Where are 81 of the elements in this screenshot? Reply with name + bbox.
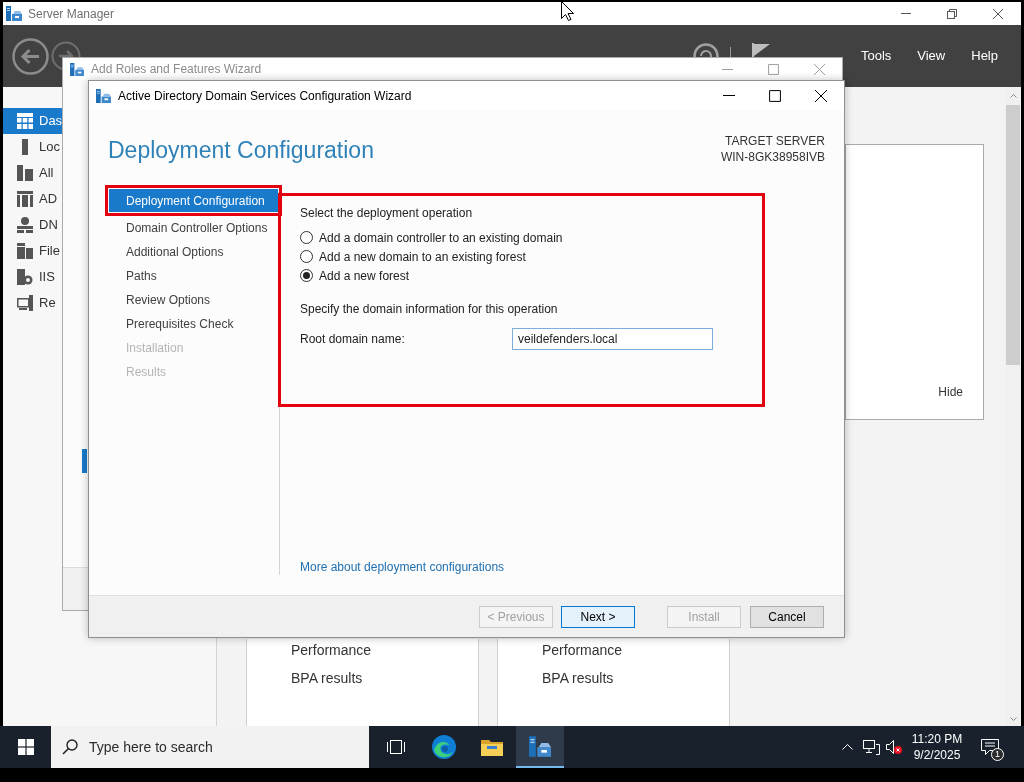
field-label: Root domain name: bbox=[300, 331, 406, 348]
section-label: Select the deployment operation bbox=[300, 205, 473, 221]
server-icon bbox=[529, 735, 551, 757]
server-icon bbox=[70, 62, 84, 76]
windows-logo-icon bbox=[17, 739, 34, 755]
minimize-icon bbox=[721, 68, 733, 70]
server-tower-icon bbox=[22, 139, 28, 155]
wizard-step[interactable]: Additional Options bbox=[109, 240, 278, 264]
server-rack-icon bbox=[17, 191, 33, 207]
section-label: Specify the domain information for this operation bbox=[300, 301, 558, 317]
speaker-muted-icon bbox=[886, 740, 902, 754]
wizard-step[interactable]: Paths bbox=[109, 264, 278, 288]
tile-item[interactable]: Performance bbox=[542, 640, 623, 660]
maximize-icon bbox=[767, 63, 779, 75]
scrollbar-thumb[interactable] bbox=[1006, 105, 1020, 365]
sidebar-item[interactable]: IIS bbox=[3, 264, 62, 290]
radio-button[interactable] bbox=[300, 269, 313, 282]
server-icon bbox=[96, 88, 111, 103]
search-bar[interactable]: Type here to search bbox=[51, 726, 369, 768]
minimize-icon bbox=[901, 13, 911, 14]
notification-icon bbox=[981, 739, 999, 755]
search-field[interactable]: Type here to search bbox=[89, 737, 349, 757]
wizard-button[interactable]: Cancel bbox=[750, 605, 824, 628]
task-view-icon bbox=[387, 740, 405, 754]
hide-link[interactable]: Hide bbox=[938, 384, 963, 400]
wizard-step[interactable]: Prerequisites Check bbox=[109, 312, 278, 336]
sidebar-item[interactable]: Das bbox=[3, 108, 62, 134]
web-server-icon bbox=[17, 269, 33, 285]
clock-button[interactable]: 11:20 PM 9/2/2025 bbox=[905, 726, 969, 768]
selection-bar bbox=[82, 449, 87, 473]
target-server-name: WIN-8GK38958IVB bbox=[720, 149, 825, 165]
radio-button[interactable] bbox=[300, 231, 313, 244]
page-heading: Deployment Configuration bbox=[108, 136, 374, 165]
minimize-icon bbox=[723, 95, 735, 96]
notification-button[interactable]: 1 bbox=[969, 726, 1011, 768]
wizard-button[interactable]: Next > bbox=[561, 605, 635, 628]
window-title: Active Directory Domain Services Configuration Wizard bbox=[118, 87, 412, 105]
restore-icon bbox=[947, 8, 957, 19]
file-storage-icon bbox=[17, 243, 33, 259]
menu-item[interactable]: View bbox=[904, 46, 959, 66]
menu-item[interactable]: Tools bbox=[847, 46, 905, 66]
chevron-up-icon bbox=[841, 744, 853, 750]
root-domain-field[interactable]: veildefenders.local bbox=[512, 328, 713, 350]
help-link[interactable]: More about deployment configurations bbox=[300, 559, 505, 575]
remote-desktop-icon bbox=[17, 295, 33, 311]
radio-button[interactable] bbox=[300, 250, 313, 263]
server-icon bbox=[6, 6, 22, 21]
sidebar-item[interactable]: Loc bbox=[3, 134, 62, 160]
folder-icon bbox=[481, 738, 503, 756]
notification-badge: 1 bbox=[991, 748, 1004, 761]
servers-icon bbox=[17, 165, 33, 181]
wizard-step[interactable]: Deployment Configuration bbox=[109, 189, 278, 212]
maximize-icon bbox=[769, 89, 781, 102]
radio-option[interactable]: Add a new forest bbox=[300, 266, 410, 285]
wizard-step[interactable]: Domain Controller Options bbox=[109, 216, 278, 240]
network-icon bbox=[862, 739, 880, 755]
chevron-up-icon bbox=[1009, 94, 1017, 98]
target-server-label: TARGET SERVER bbox=[724, 133, 825, 149]
wizard-step[interactable]: Review Options bbox=[109, 288, 278, 312]
window-title: Add Roles and Features Wizard bbox=[91, 61, 262, 78]
tile-item[interactable]: Performance bbox=[291, 640, 372, 660]
grid-icon bbox=[17, 113, 33, 129]
search-icon bbox=[62, 739, 78, 755]
close-icon bbox=[993, 8, 1003, 19]
radio-option[interactable]: Add a new domain to an existing forest bbox=[300, 247, 526, 266]
sidebar-item[interactable]: File bbox=[3, 238, 62, 264]
sidebar-item[interactable]: DN bbox=[3, 212, 62, 238]
radio-option[interactable]: Add a domain controller to an existing domain bbox=[300, 228, 563, 247]
tile-item[interactable]: BPA results bbox=[542, 668, 614, 688]
network-node-icon bbox=[17, 217, 33, 233]
window-title: Server Manager bbox=[28, 5, 115, 23]
browser-icon bbox=[432, 735, 456, 759]
sidebar-item[interactable]: AD bbox=[3, 186, 62, 212]
menu-item[interactable]: Help bbox=[958, 46, 1011, 66]
taskbar-app-button[interactable] bbox=[516, 726, 564, 768]
sidebar-item[interactable]: All bbox=[3, 160, 62, 186]
sidebar-item[interactable]: Re bbox=[3, 290, 62, 316]
tile-item[interactable]: BPA results bbox=[291, 668, 363, 688]
chevron-down-icon bbox=[1009, 717, 1017, 721]
close-icon bbox=[813, 63, 825, 75]
close-icon bbox=[815, 89, 827, 102]
